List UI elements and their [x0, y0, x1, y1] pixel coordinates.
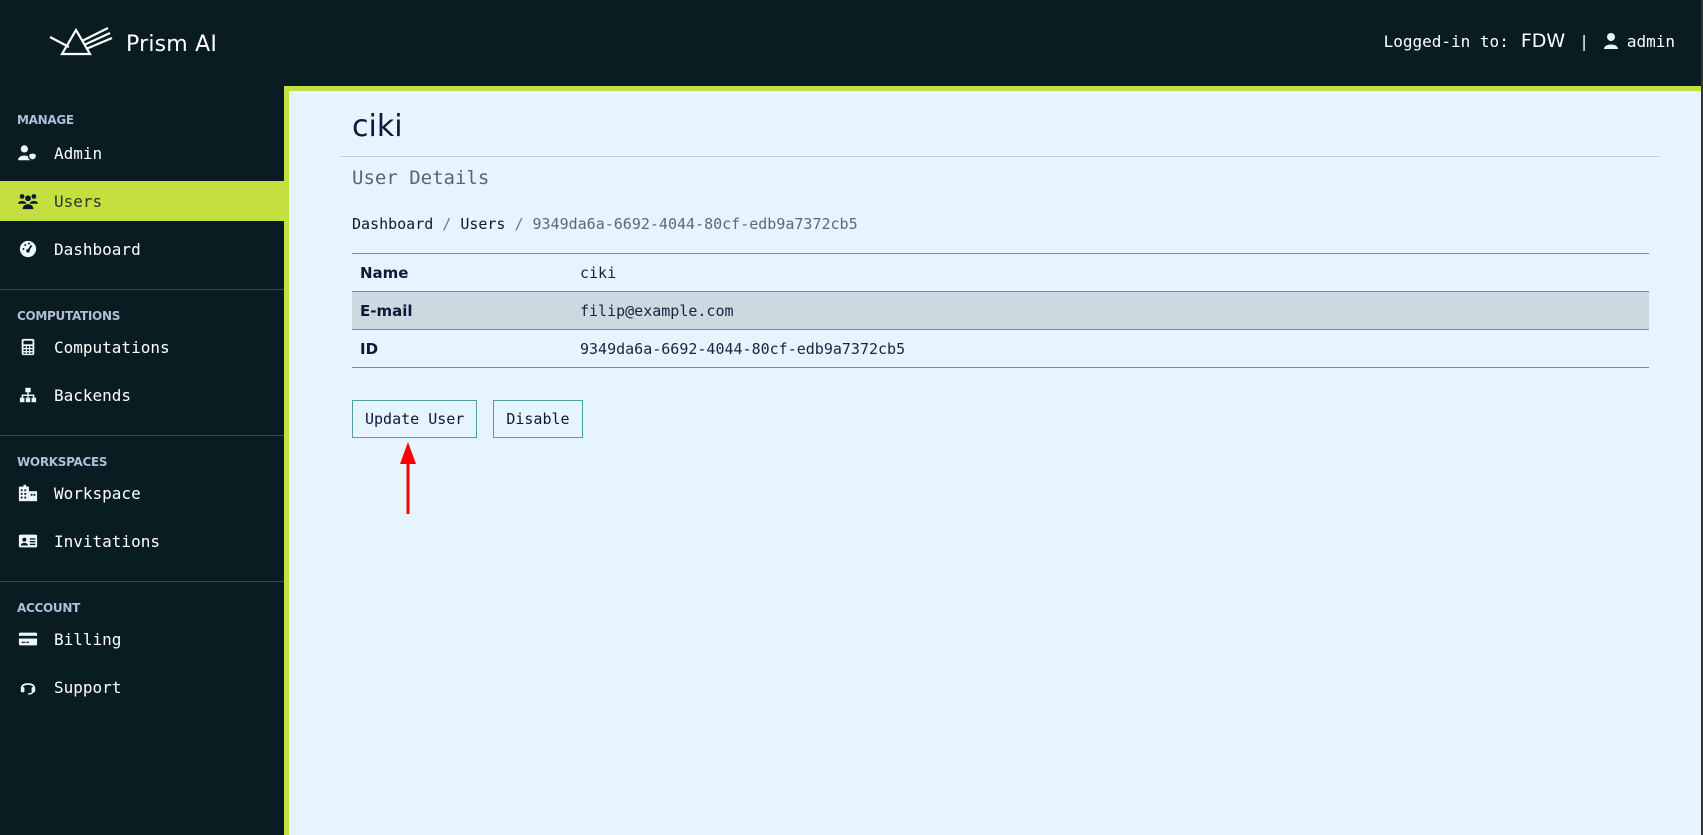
- sidebar-item-billing[interactable]: Billing: [0, 619, 284, 659]
- credit-card-icon: [17, 629, 39, 649]
- sidebar-item-admin[interactable]: Admin: [0, 133, 284, 173]
- sitemap-icon: [17, 385, 39, 405]
- table-row: ID 9349da6a-6692-4044-80cf-edb9a7372cb5: [352, 329, 1649, 368]
- sidebar-item-label: Computations: [54, 337, 170, 357]
- sidebar-item-label: Admin: [54, 143, 103, 163]
- sidebar-item-label: Invitations: [54, 531, 160, 551]
- section-title-computations: COMPUTATIONS: [17, 309, 121, 323]
- headset-icon: [17, 677, 39, 697]
- sidebar-item-support[interactable]: Support: [0, 667, 284, 707]
- top-header: Prism AI Logged-in to: FDW | admin: [0, 0, 1703, 86]
- sidebar-item-backends[interactable]: Backends: [0, 375, 284, 415]
- users-icon: [17, 191, 39, 211]
- header-separator: |: [1579, 31, 1589, 51]
- breadcrumb-users[interactable]: Users: [460, 215, 505, 233]
- city-icon: [17, 483, 39, 503]
- logo[interactable]: Prism AI: [48, 24, 217, 60]
- sidebar-item-label: Billing: [54, 629, 122, 649]
- section-title-account: ACCOUNT: [17, 601, 80, 615]
- sidebar-item-users[interactable]: Users: [0, 181, 284, 221]
- session-info: Logged-in to: FDW | admin: [1384, 30, 1675, 52]
- breadcrumb: Dashboard / Users / 9349da6a-6692-4044-8…: [352, 215, 858, 233]
- user-actions: Update User Disable: [352, 400, 599, 438]
- gauge-icon: [17, 239, 39, 259]
- sidebar-item-label: Support: [54, 677, 122, 697]
- tenant-name: FDW: [1520, 30, 1566, 52]
- calculator-icon: [17, 337, 39, 357]
- id-card-icon: [17, 531, 39, 551]
- breadcrumb-dashboard[interactable]: Dashboard: [352, 215, 433, 233]
- breadcrumb-current: 9349da6a-6692-4044-80cf-edb9a7372cb5: [532, 215, 858, 233]
- logged-in-label: Logged-in to:: [1383, 31, 1509, 51]
- disable-button[interactable]: Disable: [493, 400, 583, 438]
- detail-value-name: ciki: [580, 263, 617, 282]
- page-subtitle: User Details: [352, 167, 490, 189]
- detail-key-name: Name: [360, 263, 409, 282]
- page-title: ciki: [352, 109, 403, 144]
- user-details-table: Name ciki E-mail filip@example.com ID 93…: [352, 253, 1649, 368]
- sidebar-item-invitations[interactable]: Invitations: [0, 521, 284, 561]
- table-row: E-mail filip@example.com: [352, 291, 1649, 330]
- detail-value-id: 9349da6a-6692-4044-80cf-edb9a7372cb5: [580, 339, 906, 358]
- sidebar-item-dashboard[interactable]: Dashboard: [0, 229, 284, 269]
- table-row: Name ciki: [352, 253, 1649, 292]
- prism-logo-icon: [49, 27, 113, 56]
- section-title-manage: MANAGE: [17, 113, 74, 127]
- sidebar-item-label: Workspace: [54, 483, 141, 503]
- breadcrumb-separator: /: [442, 215, 452, 233]
- section-title-workspaces: WORKSPACES: [17, 455, 108, 469]
- detail-key-id: ID: [360, 339, 379, 358]
- user-icon: [1603, 32, 1619, 50]
- main-content: ciki User Details Dashboard / Users / 93…: [284, 86, 1701, 835]
- sidebar-item-computations[interactable]: Computations: [0, 327, 284, 367]
- annotation-arrow-icon: [400, 442, 416, 514]
- sidebar-item-label: Backends: [54, 385, 132, 405]
- sidebar-item-label: Dashboard: [54, 239, 141, 259]
- sidebar: MANAGE Admin Users Dashboard COMPUTATION…: [0, 86, 284, 835]
- sidebar-item-label: Users: [54, 191, 103, 211]
- update-user-button[interactable]: Update User: [352, 400, 478, 438]
- detail-key-email: E-mail: [360, 301, 413, 320]
- sidebar-item-workspace[interactable]: Workspace: [0, 473, 284, 513]
- title-divider: [341, 156, 1659, 157]
- breadcrumb-separator: /: [514, 215, 524, 233]
- app-name: Prism AI: [126, 31, 218, 57]
- detail-value-email: filip@example.com: [580, 301, 734, 320]
- username-link[interactable]: admin: [1627, 32, 1675, 51]
- user-shield-icon: [17, 143, 39, 163]
